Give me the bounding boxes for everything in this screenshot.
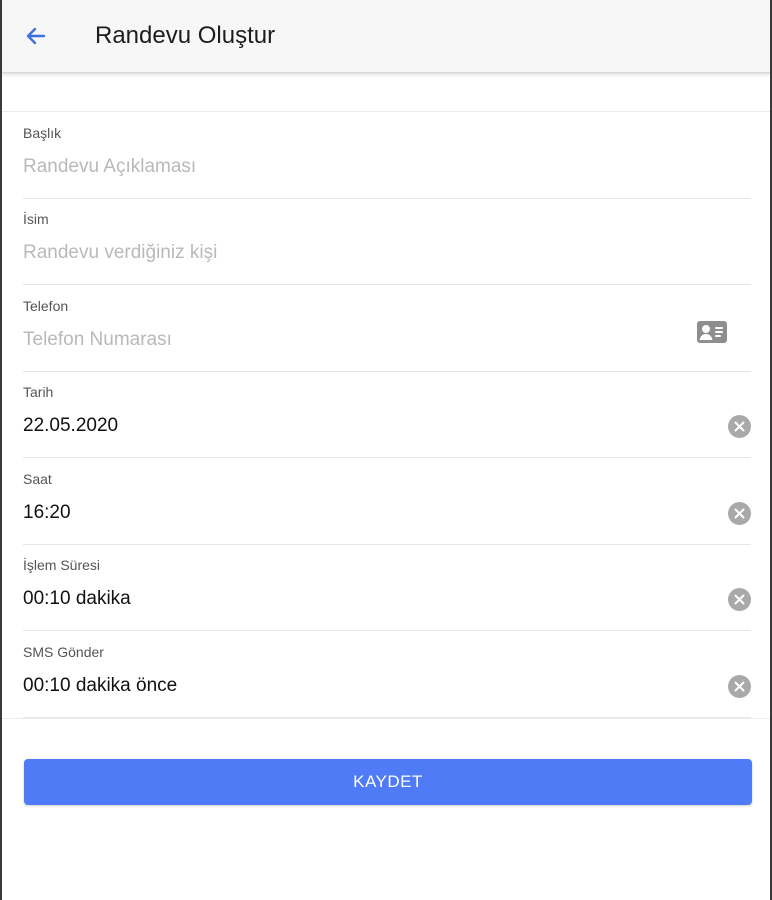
title-label: Başlık — [23, 125, 62, 141]
time-label: Saat — [23, 471, 52, 487]
sms-field: SMS Gönder 00:10 dakika önce — [23, 632, 751, 718]
field-divider — [23, 457, 751, 458]
phone-label: Telefon — [23, 298, 69, 314]
field-divider — [23, 284, 751, 285]
sms-value[interactable]: 00:10 dakika önce — [23, 674, 663, 698]
phone-field: Telefon — [23, 286, 751, 372]
name-field: İsim — [23, 199, 751, 285]
clear-icon — [734, 594, 745, 605]
date-value[interactable]: 22.05.2020 — [23, 414, 663, 438]
contact-card-icon — [697, 321, 727, 343]
sms-label: SMS Gönder — [23, 644, 104, 660]
date-field: Tarih 22.05.2020 — [23, 372, 751, 458]
time-field: Saat 16:20 — [23, 459, 751, 545]
duration-clear-button[interactable] — [728, 588, 751, 611]
clear-icon — [734, 421, 745, 432]
form-bottom-divider — [2, 718, 770, 719]
duration-value[interactable]: 00:10 dakika — [23, 587, 663, 611]
field-divider — [23, 630, 751, 631]
date-clear-button[interactable] — [728, 415, 751, 438]
phone-input[interactable] — [23, 328, 663, 352]
name-label: İsim — [23, 211, 49, 227]
time-value[interactable]: 16:20 — [23, 501, 663, 525]
back-button[interactable] — [16, 16, 56, 56]
contact-picker-button[interactable] — [696, 319, 728, 345]
title-field: Başlık — [23, 113, 751, 199]
form-top-divider — [2, 111, 770, 112]
save-button[interactable]: KAYDET — [24, 759, 752, 805]
time-clear-button[interactable] — [728, 502, 751, 525]
duration-label: İşlem Süresi — [23, 557, 101, 573]
sms-clear-button[interactable] — [728, 675, 751, 698]
title-input[interactable] — [23, 155, 663, 179]
duration-field: İşlem Süresi 00:10 dakika — [23, 545, 751, 631]
page-title: Randevu Oluştur — [95, 22, 276, 49]
app-header: Randevu Oluştur — [2, 0, 770, 73]
name-input[interactable] — [23, 241, 663, 265]
arrow-left-icon — [26, 27, 46, 45]
date-label: Tarih — [23, 384, 54, 400]
clear-icon — [734, 681, 745, 692]
clear-icon — [734, 508, 745, 519]
